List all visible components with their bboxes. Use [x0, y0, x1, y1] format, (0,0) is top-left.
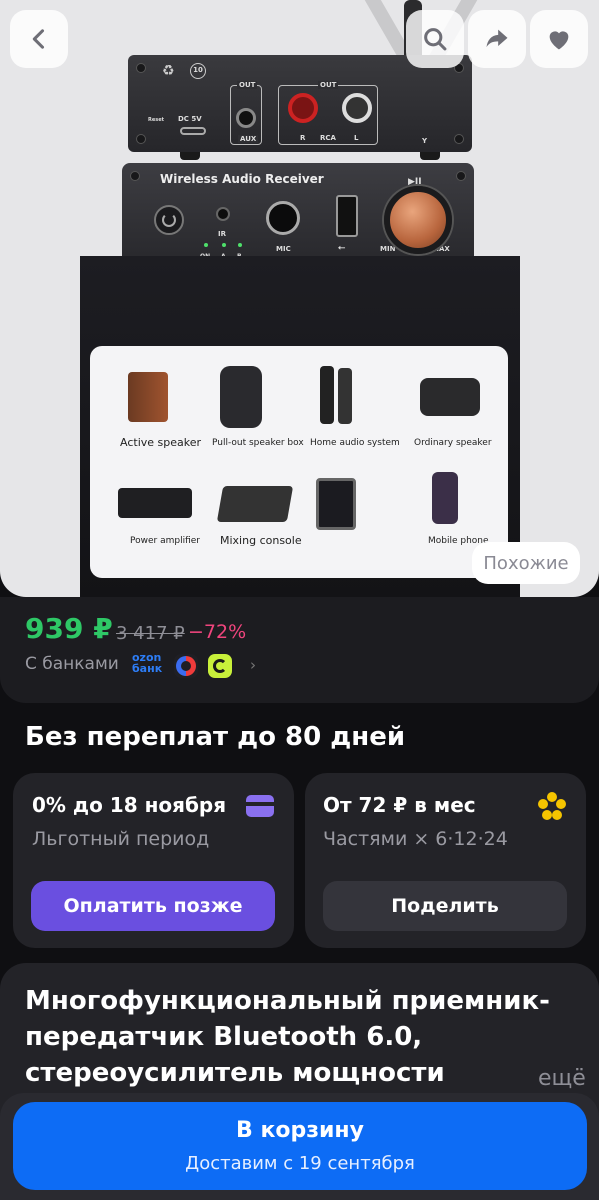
add-to-cart-label: В корзину: [236, 1118, 364, 1143]
mixing-console-icon: [216, 486, 294, 522]
show-more-link[interactable]: ещё: [522, 1066, 586, 1091]
installment-section-title: Без переплат до 80 дней: [25, 722, 406, 752]
old-price: 3 417 ₽: [116, 623, 185, 644]
rca-right-jack: [288, 93, 318, 123]
badge-10: 10: [190, 63, 206, 79]
product-title: Многофункциональный приемник-передатчик …: [25, 986, 550, 1088]
discount-badge: −72%: [188, 621, 247, 643]
volume-knob: [384, 186, 452, 254]
split-flower-icon: [538, 792, 566, 820]
tablet-icon: [316, 478, 356, 530]
bank-icon-red-blue: [174, 654, 198, 678]
split-button[interactable]: Поделить: [323, 881, 567, 931]
phone-icon: [432, 472, 458, 524]
bank-logo-text: банк: [132, 662, 163, 675]
installments-title: От 72 ₽ в мес: [323, 793, 476, 817]
recycle-icon: ♻: [162, 63, 175, 79]
device-brand-title: Wireless Audio Receiver: [160, 172, 324, 186]
product-image-gallery[interactable]: ♻ 10 Reset DC 5V OUT AUX OUT R RCA L Y W…: [0, 0, 599, 597]
pay-later-sub: Льготный период: [32, 828, 210, 850]
chevron-left-icon: [32, 29, 45, 49]
device-rear-panel: ♻ 10 Reset DC 5V OUT AUX OUT R RCA L Y: [128, 55, 472, 152]
search-icon: [424, 28, 447, 51]
back-button[interactable]: [10, 10, 68, 68]
ozon-bank-logo: ozon банк: [132, 652, 168, 674]
aux-jack: [236, 108, 256, 128]
pay-later-button[interactable]: Оплатить позже: [31, 881, 275, 931]
search-button[interactable]: [406, 10, 464, 68]
similar-products-button[interactable]: Похожие: [472, 542, 580, 584]
power-icon: [154, 205, 184, 235]
card-icon: [246, 795, 274, 817]
add-to-cart-button[interactable]: [13, 1102, 587, 1190]
favorite-button[interactable]: [530, 10, 588, 68]
amplifier-icon: [118, 488, 192, 518]
speaker-icon: [128, 372, 168, 422]
rca-left-jack: [342, 93, 372, 123]
usb-c-port: [180, 127, 206, 135]
speaker-box-icon: [220, 366, 262, 428]
usb-port: [336, 195, 358, 237]
ordinary-speaker-icon: [420, 378, 480, 416]
share-button[interactable]: [468, 10, 526, 68]
home-audio-icon: [338, 368, 352, 424]
current-price: 939 ₽: [25, 612, 113, 645]
installments-sub: Частями × 6·12·24: [323, 828, 508, 850]
usb-icon: ⭠: [338, 243, 346, 253]
compatible-devices-panel: Active speaker Pull-out speaker box Home…: [90, 346, 508, 578]
mic-jack: [266, 201, 300, 235]
ir-sensor: [216, 207, 230, 221]
bank-icon-green: [208, 654, 232, 678]
share-icon: [486, 29, 508, 48]
delivery-date-label: Доставим с 19 сентября: [185, 1153, 415, 1174]
chevron-right-icon[interactable]: ›: [250, 656, 256, 674]
heart-icon: [549, 31, 569, 50]
pay-later-title: 0% до 18 ноября: [32, 793, 227, 817]
banks-label[interactable]: С банками: [25, 654, 119, 674]
